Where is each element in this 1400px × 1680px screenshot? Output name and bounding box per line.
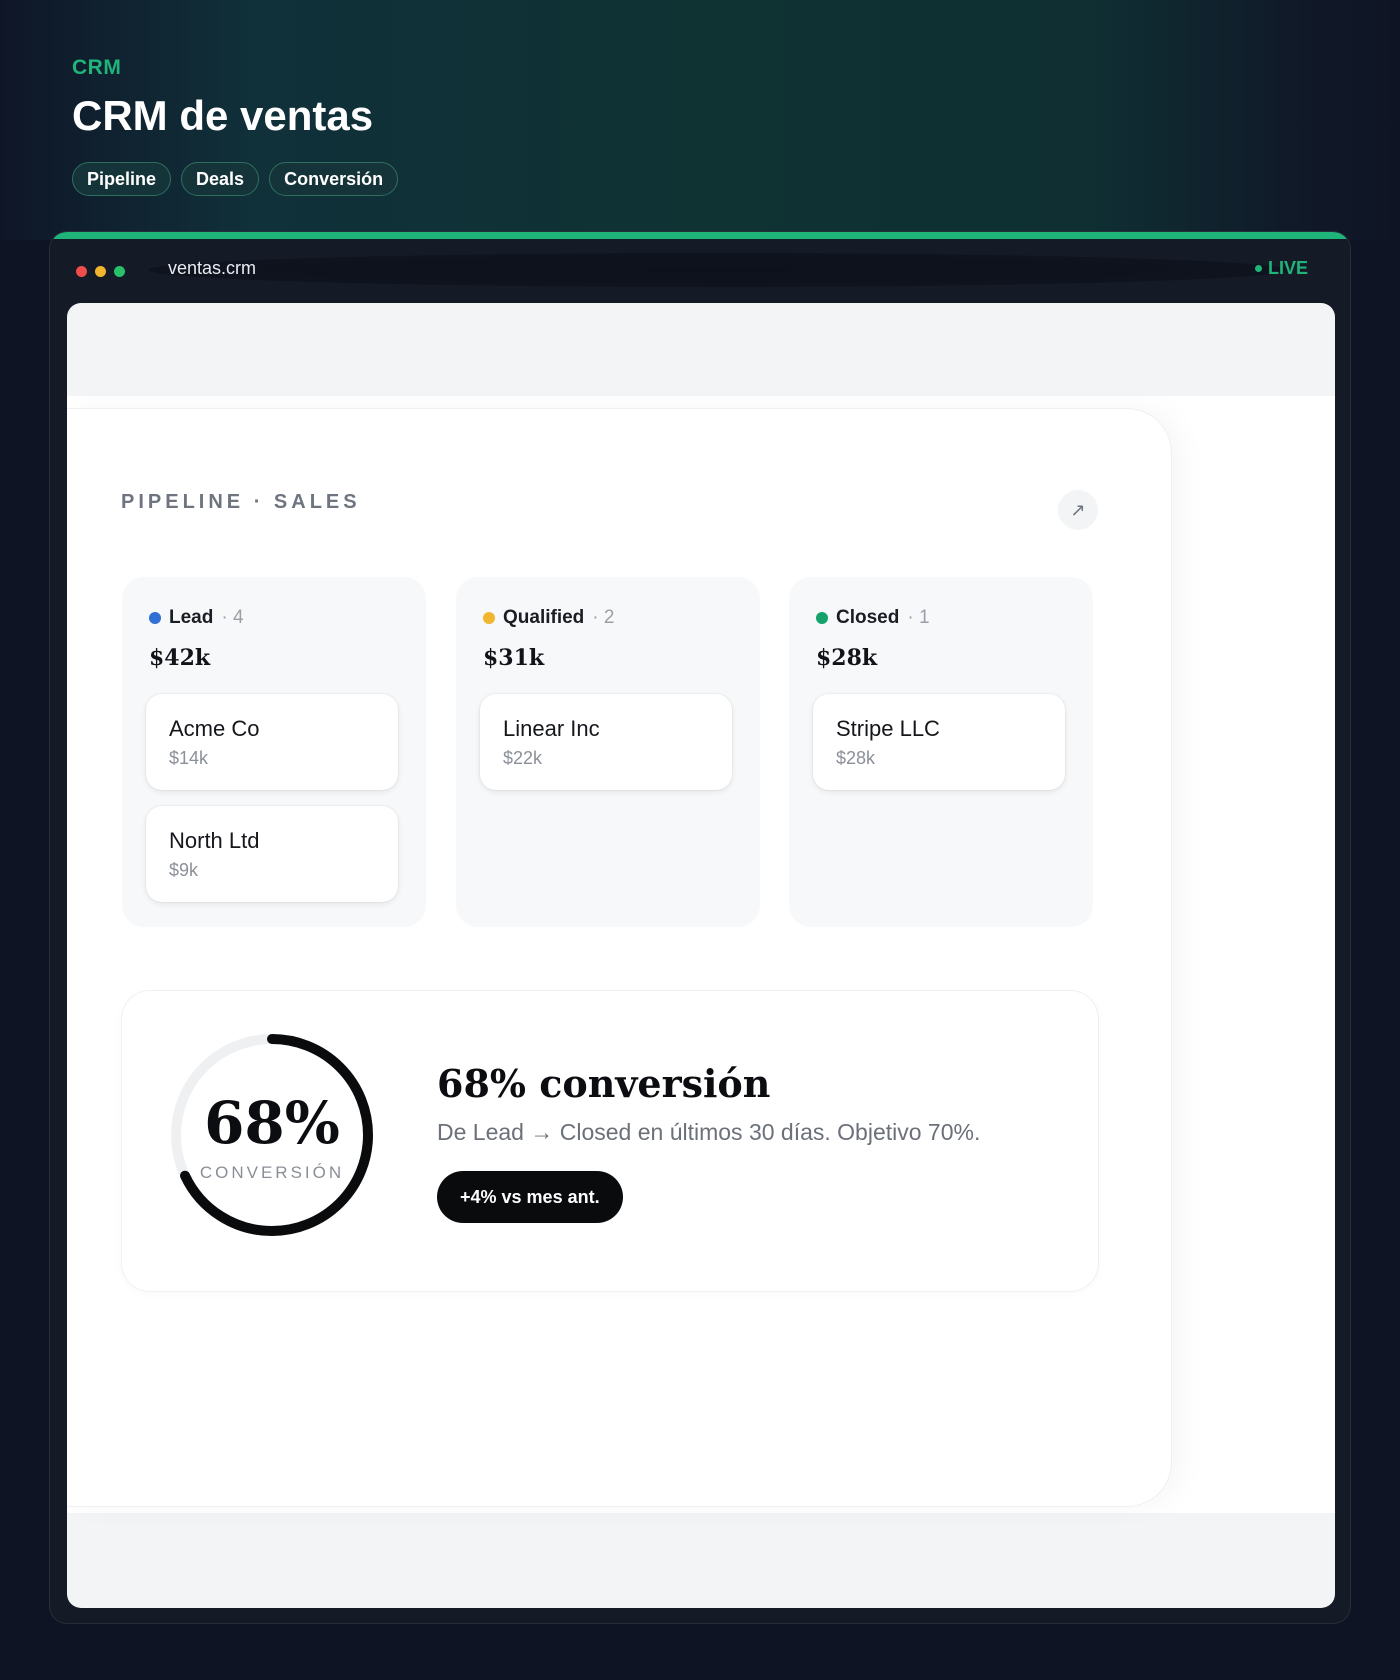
close-window-dot[interactable] xyxy=(76,266,87,277)
conversion-subtitle: De Lead → Closed en últimos 30 días. Obj… xyxy=(437,1119,981,1145)
column-name: Qualified xyxy=(503,607,585,628)
column-count: · 1 xyxy=(907,607,930,628)
column-total: $31k xyxy=(483,645,545,671)
minimize-window-dot[interactable] xyxy=(95,266,106,277)
live-dot-icon xyxy=(1254,265,1262,272)
deal-value: $22k xyxy=(503,748,543,768)
chip-deals[interactable]: Deals xyxy=(181,162,260,196)
column-closed: Closed · 1 $28k Stripe LLC $28k xyxy=(789,577,1093,927)
section-label: PIPELINE · SALES xyxy=(121,491,361,513)
expand-button[interactable]: ↗ xyxy=(1058,490,1098,530)
deal-name: Linear Inc xyxy=(503,716,600,741)
status-dot-icon xyxy=(816,612,828,624)
deal-name: North Ltd xyxy=(169,828,260,853)
trend-badge[interactable]: +4% vs mes ant. xyxy=(437,1171,623,1223)
window-titlebar: ventas.crm LIVE xyxy=(50,239,1350,293)
column-lead: Lead · 4 $42k Acme Co $14k North Ltd $9k xyxy=(122,577,426,927)
deal-card-acme[interactable]: Acme Co $14k xyxy=(146,694,398,790)
browser-window: ventas.crm LIVE PIPELINE · SALES ↗ Lead … xyxy=(49,231,1351,1624)
column-name: Closed xyxy=(836,607,900,628)
ring-label: CONVERSIÓN xyxy=(199,1163,345,1182)
column-count: · 2 xyxy=(592,607,615,628)
live-indicator: LIVE xyxy=(1254,258,1308,279)
deal-name: Acme Co xyxy=(169,716,260,741)
column-header: Closed · 1 xyxy=(816,607,930,629)
pipeline-card: PIPELINE · SALES ↗ Lead · 4 $42k Acme Co… xyxy=(67,409,1171,1506)
deal-value: $28k xyxy=(836,748,876,768)
maximize-window-dot[interactable] xyxy=(114,266,125,277)
chip-conversion[interactable]: Conversión xyxy=(269,162,399,196)
conversion-title: 68% conversión xyxy=(437,1061,771,1106)
url-text[interactable]: ventas.crm xyxy=(168,258,256,279)
chip-pipeline[interactable]: Pipeline xyxy=(72,162,172,196)
live-label: LIVE xyxy=(1267,258,1308,278)
accent-bar xyxy=(50,232,1350,239)
deal-card-stripe[interactable]: Stripe LLC $28k xyxy=(813,694,1065,790)
deal-name: Stripe LLC xyxy=(836,716,940,741)
tag-chips: Pipeline Deals Conversión xyxy=(72,162,399,196)
column-name: Lead xyxy=(169,607,214,628)
deal-card-north[interactable]: North Ltd $9k xyxy=(146,806,398,902)
ring-value: 68% xyxy=(204,1089,340,1157)
column-header: Lead · 4 xyxy=(149,607,244,629)
address-bar[interactable] xyxy=(148,253,1288,287)
page-viewport: PIPELINE · SALES ↗ Lead · 4 $42k Acme Co… xyxy=(67,303,1335,1608)
status-dot-icon xyxy=(483,612,495,624)
column-total: $28k xyxy=(816,645,878,671)
column-qualified: Qualified · 2 $31k Linear Inc $22k xyxy=(456,577,760,927)
page-title: CRM de ventas xyxy=(72,92,374,139)
column-count: · 4 xyxy=(221,607,244,628)
deal-card-linear[interactable]: Linear Inc $22k xyxy=(480,694,732,790)
conversion-panel: 68% CONVERSIÓN 68% conversión De Lead → … xyxy=(122,991,1098,1291)
column-header: Qualified · 2 xyxy=(483,607,614,629)
column-total: $42k xyxy=(149,645,211,671)
deal-value: $9k xyxy=(169,860,199,880)
eyebrow: CRM xyxy=(72,56,122,79)
hero-header: CRM CRM de ventas Pipeline Deals Convers… xyxy=(0,0,1400,240)
status-dot-icon xyxy=(149,612,161,624)
arrow-up-right-icon: ↗ xyxy=(1070,499,1086,520)
deal-value: $14k xyxy=(169,748,209,768)
